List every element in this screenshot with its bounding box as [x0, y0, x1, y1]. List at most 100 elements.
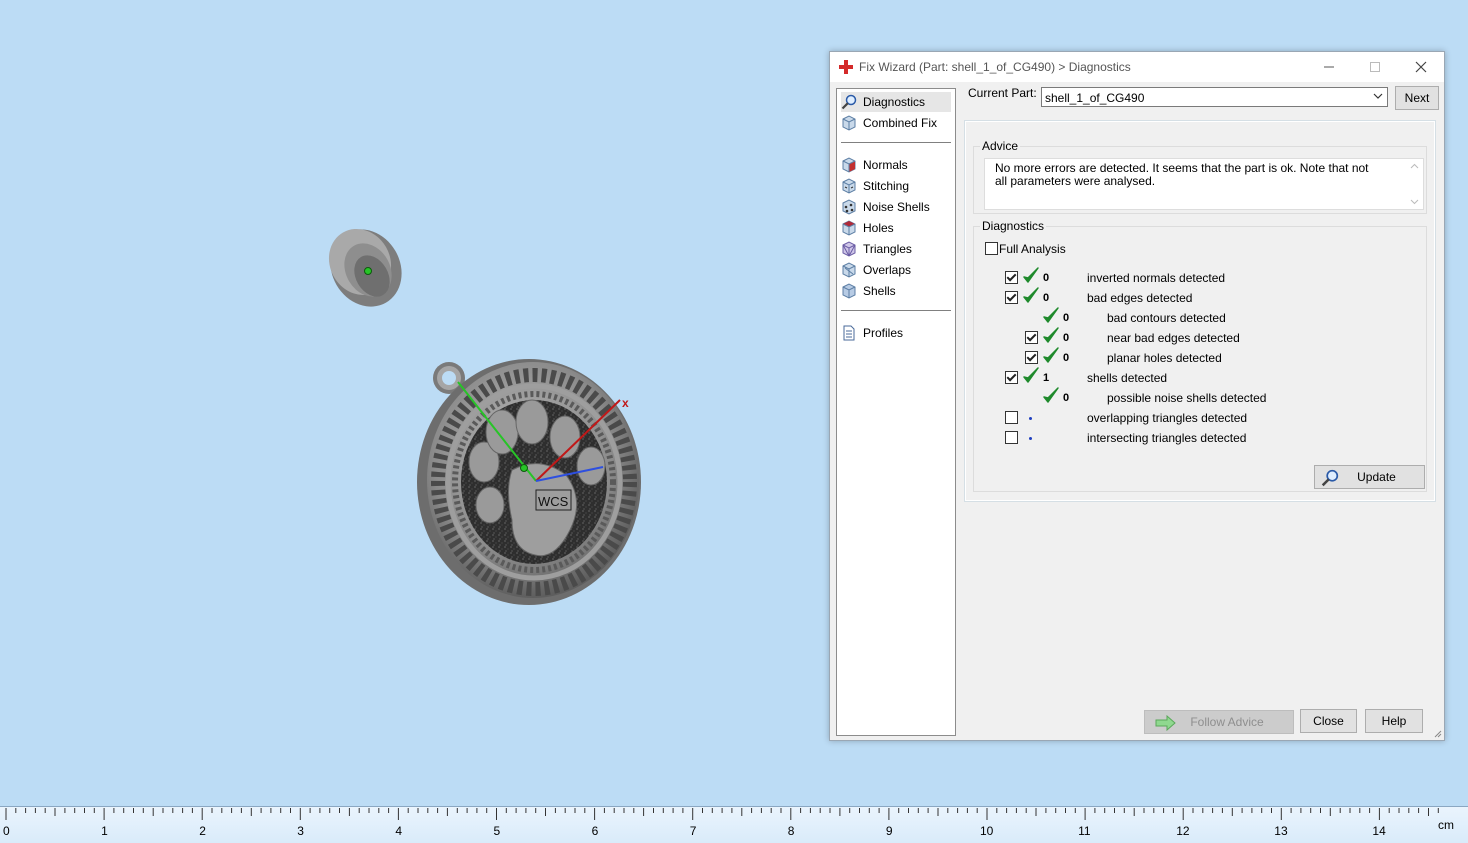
advice-group: Advice No more errors are detected. It s…: [973, 139, 1427, 214]
ruler-number: 3: [297, 824, 304, 838]
diagnostic-label: planar holes detected: [1107, 351, 1222, 365]
axis-x-label: x: [622, 396, 629, 410]
diagnostics-group: Diagnostics Full Analysis 0 inverted norm…: [973, 219, 1427, 492]
diagnostic-label: bad edges detected: [1087, 291, 1193, 305]
ruler-number: 14: [1372, 824, 1386, 838]
diagnostic-count: 1: [1043, 372, 1050, 384]
sidebar-item-normals[interactable]: Normals: [841, 155, 951, 175]
green-check-icon: [1043, 307, 1059, 323]
full-analysis-checkbox[interactable]: [985, 242, 998, 255]
advice-scrollbar[interactable]: [1406, 159, 1423, 209]
diagnostic-count: 0: [1063, 352, 1070, 364]
fix-wizard-dialog: Fix Wizard (Part: shell_1_of_CG490) > Di…: [829, 51, 1445, 741]
not-analysed-dot-icon: [1029, 437, 1032, 440]
ruler-number: 4: [395, 824, 403, 838]
follow-advice-button[interactable]: Follow Advice: [1144, 710, 1294, 734]
advice-group-label: Advice: [980, 139, 1021, 153]
document-icon: [843, 325, 855, 341]
ruler-number: 13: [1274, 824, 1288, 838]
ruler-number: 0: [3, 824, 10, 838]
sidebar-item-label: Profiles: [863, 326, 904, 340]
diagnostic-count: 0: [1063, 312, 1070, 324]
diagnostic-label: possible noise shells detected: [1107, 391, 1267, 405]
sidebar-item-holes[interactable]: Holes: [841, 218, 951, 238]
diagnostic-checkbox[interactable]: [1005, 411, 1018, 424]
update-label: Update: [1357, 470, 1396, 484]
update-button[interactable]: Update: [1314, 465, 1425, 489]
sidebar-item-label: Combined Fix: [863, 116, 938, 130]
close-button[interactable]: Close: [1300, 709, 1357, 733]
sidebar-item-shells[interactable]: Shells: [841, 281, 951, 301]
diagnostic-checkbox[interactable]: [1005, 291, 1018, 304]
stitching-cube-icon: [842, 178, 856, 194]
advice-text: No more errors are detected. It seems th…: [995, 161, 1369, 188]
ruler-number: 6: [591, 824, 599, 838]
sidebar-item-profiles[interactable]: Profiles: [841, 323, 951, 343]
follow-advice-label: Follow Advice: [1190, 715, 1264, 729]
diagnostic-label: overlapping triangles detected: [1087, 411, 1248, 425]
diagnostic-checkbox[interactable]: [1005, 371, 1018, 384]
ruler-number: 11: [1078, 824, 1091, 838]
green-check-icon: [1023, 367, 1039, 383]
diagnostic-checkbox[interactable]: [1025, 331, 1038, 344]
next-button[interactable]: Next: [1395, 86, 1439, 110]
ruler-number: 2: [199, 824, 206, 838]
sidebar-item-label: Triangles: [863, 242, 912, 256]
current-part-value: shell_1_of_CG490: [1045, 91, 1145, 105]
diagnostic-count: 0: [1043, 292, 1050, 304]
sidebar-item-triangles[interactable]: Triangles: [841, 239, 951, 259]
wcs-label: WCS: [538, 494, 569, 509]
green-check-icon: [1023, 267, 1039, 283]
sidebar-item-overlaps[interactable]: Overlaps: [841, 260, 951, 280]
sidebar-item-label: Shells: [863, 284, 896, 298]
current-part-select[interactable]: shell_1_of_CG490: [1041, 87, 1388, 107]
fix-sidebar: Diagnostics Combined Fix Normals Stitchi…: [836, 88, 956, 736]
sidebar-item-combined-fix[interactable]: Combined Fix: [841, 113, 951, 133]
minimize-button[interactable]: [1306, 52, 1352, 82]
sidebar-item-label: Holes: [863, 221, 894, 235]
close-icon: [1415, 61, 1427, 73]
title-bar[interactable]: Fix Wizard (Part: shell_1_of_CG490) > Di…: [830, 52, 1444, 82]
resize-grip-icon[interactable]: [1432, 728, 1442, 738]
sidebar-item-label: Overlaps: [863, 263, 912, 277]
diagnostic-checkbox[interactable]: [1005, 431, 1018, 444]
close-window-button[interactable]: [1398, 52, 1444, 82]
pendant-model[interactable]: [417, 359, 641, 605]
noise-shells-icon: [842, 199, 856, 215]
sidebar-item-diagnostics[interactable]: Diagnostics: [841, 92, 951, 112]
window-title: Fix Wizard (Part: shell_1_of_CG490) > Di…: [859, 60, 1131, 74]
current-part-label: Current Part:: [968, 86, 1037, 100]
green-check-icon: [1023, 287, 1039, 303]
diagnostic-count: 0: [1063, 392, 1070, 404]
magnifier-icon: [1321, 469, 1339, 487]
magnifier-icon: [841, 94, 857, 110]
sidebar-item-label: Diagnostics: [863, 95, 926, 109]
green-check-icon: [1043, 347, 1059, 363]
not-analysed-dot-icon: [1029, 417, 1032, 420]
arrow-right-icon: [1155, 715, 1176, 731]
sidebar-item-noise-shells[interactable]: Noise Shells: [841, 197, 951, 217]
sidebar-item-label: Stitching: [863, 179, 910, 193]
diagnostic-checkbox[interactable]: [1005, 271, 1018, 284]
minimize-icon: [1324, 66, 1334, 68]
advice-textbox[interactable]: No more errors are detected. It seems th…: [984, 158, 1424, 210]
diagnostic-checkbox[interactable]: [1025, 351, 1038, 364]
diagnostic-label: bad contours detected: [1107, 311, 1226, 325]
diagnostic-label: inverted normals detected: [1087, 271, 1226, 285]
maximize-icon: [1370, 62, 1380, 72]
maximize-button[interactable]: [1352, 52, 1398, 82]
diagnostic-count: 0: [1043, 272, 1050, 284]
ruler-number: 7: [689, 824, 697, 838]
ruler-number: 10: [980, 824, 994, 838]
help-button[interactable]: Help: [1365, 709, 1423, 733]
ring-model[interactable]: [317, 216, 416, 319]
sidebar-item-label: Noise Shells: [863, 200, 930, 214]
sidebar-separator: [841, 142, 951, 144]
sidebar-separator: [841, 310, 951, 312]
ruler-number: 12: [1176, 824, 1190, 838]
shells-cube-icon: [842, 283, 856, 299]
ruler-number: 1: [101, 824, 108, 838]
sidebar-item-stitching[interactable]: Stitching: [841, 176, 951, 196]
chevron-down-icon: [1373, 93, 1383, 99]
green-check-icon: [1043, 387, 1059, 403]
